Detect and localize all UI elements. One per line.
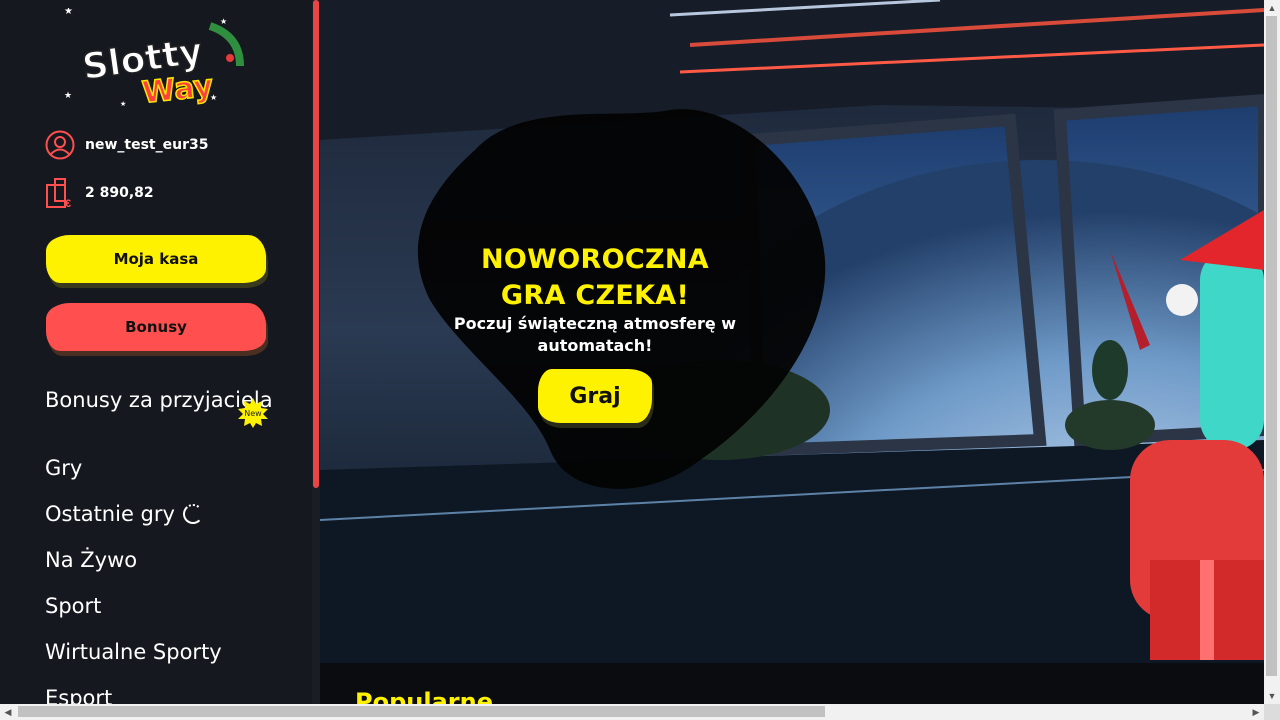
- scroll-left-arrow-icon[interactable]: ◀: [0, 704, 16, 720]
- hero-title: NOWOROCZNA GRA CZEKA!: [481, 244, 709, 311]
- sidebar-item-games[interactable]: Gry: [45, 456, 275, 502]
- user-icon: [45, 130, 75, 160]
- new-badge: New: [238, 398, 268, 428]
- play-button[interactable]: Graj: [538, 369, 652, 423]
- loading-icon: [182, 504, 203, 524]
- sidebar: ★ ★ ★ ★ ★ Slotty Way new_test_eur35 € 2 …: [0, 0, 312, 704]
- sidebar-item-label: Ostatnie gry: [45, 502, 175, 526]
- section-title-popular: Popularne: [355, 688, 493, 704]
- sidebar-item-label: Esport: [45, 686, 113, 704]
- sidebar-scrollbar-thumb[interactable]: [313, 0, 319, 488]
- sidebar-item-label: Gry: [45, 456, 83, 480]
- balance-amount: 2 890,82: [85, 185, 154, 201]
- svg-text:Way: Way: [141, 69, 216, 108]
- scroll-down-arrow-icon[interactable]: ▼: [1264, 688, 1280, 704]
- scroll-up-arrow-icon[interactable]: ▲: [1264, 0, 1280, 16]
- sidebar-item-friend-bonus[interactable]: Bonusy za przyjaciela New: [45, 386, 275, 456]
- hero-subtitle: Poczuj świąteczną atmosferę w automatach…: [453, 314, 737, 355]
- sidebar-menu: Bonusy za przyjaciela New Gry Ostatnie g…: [45, 386, 275, 704]
- page-scrollbar-vertical-thumb[interactable]: [1266, 16, 1277, 676]
- sidebar-item-recent-games[interactable]: Ostatnie gry: [45, 502, 275, 548]
- svg-text:★: ★: [120, 100, 126, 108]
- svg-text:★: ★: [220, 17, 227, 26]
- wallet-icon: €: [46, 178, 71, 209]
- hero-banner[interactable]: NOWOROCZNA GRA CZEKA! Poczuj świąteczną …: [320, 0, 1264, 663]
- username: new_test_eur35: [85, 137, 209, 153]
- page-scrollbar-horizontal-thumb[interactable]: [18, 706, 825, 717]
- sidebar-item-esport[interactable]: Esport: [45, 686, 275, 704]
- sidebar-item-label: Na Żywo: [45, 548, 138, 572]
- sidebar-item-virtual-sports[interactable]: Wirtualne Sporty: [45, 640, 275, 686]
- slottyway-logo[interactable]: ★ ★ ★ ★ ★ Slotty Way: [60, 8, 250, 108]
- sidebar-item-label: Wirtualne Sporty: [45, 640, 222, 664]
- scroll-right-arrow-icon[interactable]: ▶: [1248, 704, 1264, 720]
- scrollbar-corner: [1264, 704, 1280, 720]
- bonuses-button[interactable]: Bonusy: [46, 303, 266, 351]
- svg-text:€: €: [65, 198, 71, 209]
- sidebar-item-sport[interactable]: Sport: [45, 594, 275, 640]
- cashier-button[interactable]: Moja kasa: [46, 235, 266, 283]
- sidebar-item-live[interactable]: Na Żywo: [45, 548, 275, 594]
- star-icon: ★: [64, 8, 73, 17]
- sidebar-item-label: Sport: [45, 594, 102, 618]
- user-profile[interactable]: new_test_eur35: [45, 130, 208, 160]
- svg-text:New: New: [244, 409, 262, 418]
- balance[interactable]: € 2 890,82: [45, 177, 154, 209]
- svg-text:★: ★: [64, 90, 72, 100]
- main-content: NOWOROCZNA GRA CZEKA! Poczuj świąteczną …: [320, 0, 1264, 704]
